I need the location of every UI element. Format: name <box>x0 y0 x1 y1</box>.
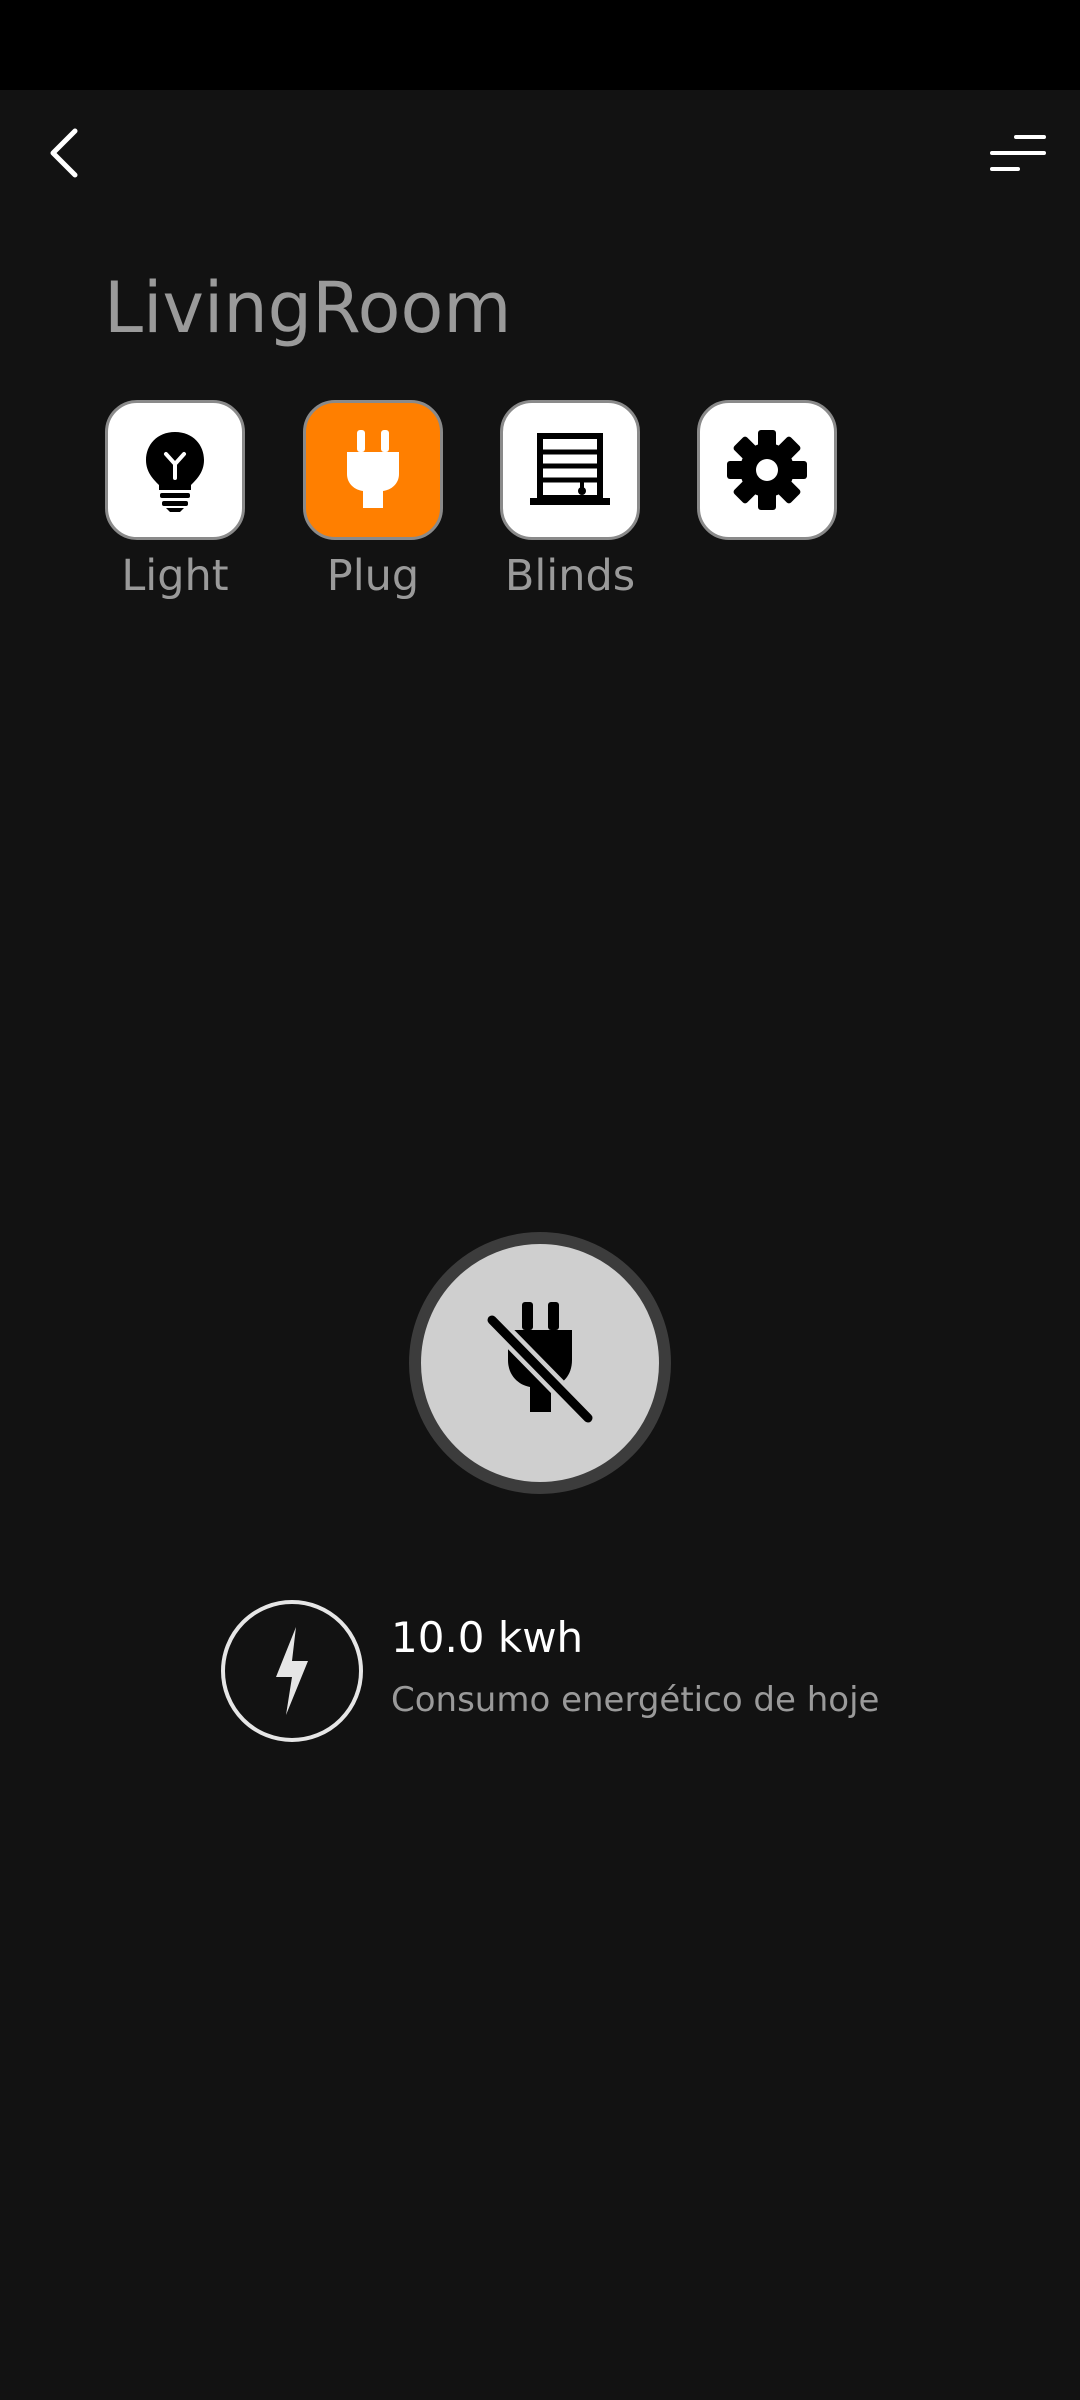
menu-button[interactable] <box>978 118 1058 188</box>
tab-plug[interactable]: Plug <box>303 400 443 601</box>
tab-light[interactable]: Light <box>105 400 245 601</box>
back-button[interactable] <box>30 118 100 188</box>
tab-light-label: Light <box>121 551 229 601</box>
lightbulb-icon <box>146 432 204 512</box>
tab-plug-label: Plug <box>326 551 420 601</box>
tab-settings-box[interactable] <box>697 400 837 540</box>
tab-settings[interactable] <box>697 400 837 540</box>
status-bar <box>0 0 1080 90</box>
tab-blinds-box[interactable] <box>500 400 640 540</box>
page-title: LivingRoom <box>104 267 512 349</box>
lightning-bolt-icon <box>276 1627 308 1715</box>
chevron-left-icon <box>50 128 78 178</box>
blinds-icon <box>530 433 610 505</box>
tab-blinds[interactable]: Blinds <box>500 400 640 601</box>
tab-blinds-label: Blinds <box>504 551 636 601</box>
tab-plug-box[interactable] <box>303 400 443 540</box>
menu-lines-icon <box>990 135 1046 171</box>
tab-light-box[interactable] <box>105 400 245 540</box>
energy-value: 10.0 kwh <box>391 1613 584 1662</box>
energy-caption: Consumo energético de hoje <box>391 1680 880 1720</box>
plug-off-icon <box>483 1302 597 1427</box>
gear-icon <box>727 430 807 510</box>
plug-power-toggle-button[interactable] <box>409 1232 671 1494</box>
energy-icon-ring <box>221 1600 363 1742</box>
plug-icon <box>347 430 399 508</box>
